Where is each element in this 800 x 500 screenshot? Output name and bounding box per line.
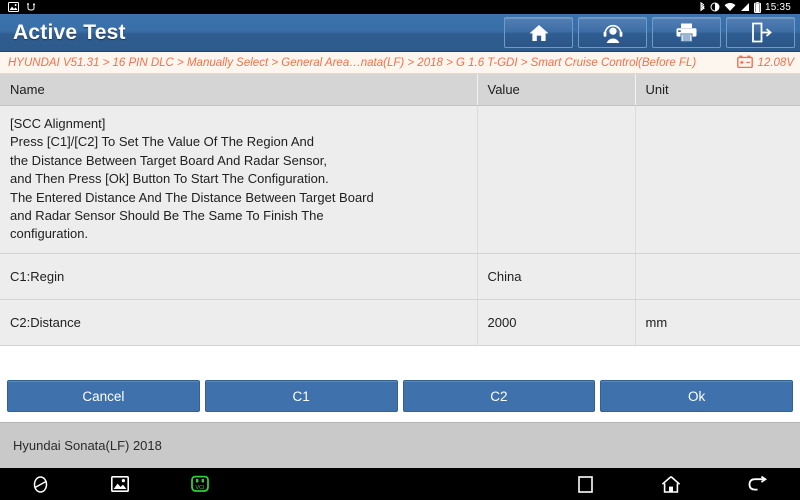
- back-icon[interactable]: [714, 468, 800, 500]
- active-test-table: Name Value Unit [SCC Alignment] Press [C…: [0, 74, 800, 346]
- bluetooth-icon: [699, 1, 706, 13]
- status-bar-clock: 15:35: [764, 1, 791, 13]
- support-button[interactable]: [578, 17, 647, 48]
- printer-icon: [675, 22, 698, 43]
- android-status-bar: 15:35: [0, 0, 800, 14]
- c1-button[interactable]: C1: [204, 380, 398, 412]
- battery-voltage-indicator: 12.08V: [733, 55, 794, 71]
- app-title-bar: Active Test: [0, 14, 800, 52]
- instruction-line: The Entered Distance And The Distance Be…: [10, 189, 374, 205]
- svg-text:VCI: VCI: [196, 485, 205, 491]
- battery-icon: [753, 1, 761, 13]
- status-bar-right-icons: 15:35: [699, 1, 796, 13]
- row-unit: mm: [635, 299, 800, 346]
- row-value: China: [477, 253, 636, 300]
- browser-icon[interactable]: [0, 468, 80, 500]
- wifi-icon: [724, 2, 736, 12]
- voltage-value: 12.08V: [757, 56, 794, 69]
- table-row[interactable]: C2:Distance 2000 mm: [0, 299, 800, 346]
- c2-button[interactable]: C2: [402, 380, 596, 412]
- active-test-table-container: Name Value Unit [SCC Alignment] Press [C…: [0, 74, 800, 370]
- gallery-icon[interactable]: [80, 468, 160, 500]
- row-unit: [635, 253, 800, 300]
- screenshot-icon: [8, 2, 19, 12]
- headset-icon: [601, 22, 625, 44]
- status-bar-left-icons: [4, 2, 36, 12]
- column-header-name: Name: [0, 74, 478, 106]
- table-body: [SCC Alignment] Press [C1]/[C2] To Set T…: [0, 105, 800, 346]
- row-name: C2:Distance: [0, 299, 478, 346]
- row-name: C1:Regin: [0, 253, 478, 300]
- instruction-line: and Radar Sensor Should Be The Same To F…: [10, 208, 324, 224]
- vci-icon[interactable]: VCI: [160, 468, 240, 500]
- home-button[interactable]: [504, 17, 573, 48]
- diagnostic-app-window: 15:35 Active Test HYUNDAI V51.31 > 16 PI…: [0, 0, 800, 500]
- usb-icon: [26, 2, 36, 12]
- nav-left-group: VCI: [0, 468, 240, 500]
- row-value: 2000: [477, 299, 636, 346]
- instruction-unit: [635, 105, 800, 254]
- instruction-text: [SCC Alignment] Press [C1]/[C2] To Set T…: [0, 105, 478, 254]
- toolbar-actions: [504, 17, 795, 48]
- brightness-icon: [710, 2, 720, 12]
- home-icon: [528, 23, 550, 43]
- print-button[interactable]: [652, 17, 721, 48]
- breadcrumb[interactable]: HYUNDAI V51.31 > 16 PIN DLC > Manually S…: [0, 52, 800, 74]
- page-title: Active Test: [13, 20, 126, 44]
- instruction-line: Press [C1]/[C2] To Set The Value Of The …: [10, 134, 314, 150]
- signal-icon: [740, 2, 750, 12]
- home-icon[interactable]: [628, 468, 714, 500]
- nav-right-group: [542, 468, 800, 500]
- table-header-row: Name Value Unit: [0, 74, 800, 106]
- table-row[interactable]: C1:Regin China: [0, 253, 800, 300]
- column-header-unit: Unit: [635, 74, 800, 106]
- ok-button[interactable]: Ok: [600, 380, 793, 412]
- vehicle-label: Hyundai Sonata(LF) 2018: [13, 438, 162, 453]
- column-header-value: Value: [477, 74, 636, 106]
- instruction-line: the Distance Between Target Board And Ra…: [10, 152, 328, 168]
- car-battery-icon: [736, 55, 753, 71]
- android-navigation-bar: VCI: [0, 468, 800, 500]
- exit-button[interactable]: [726, 17, 795, 48]
- instruction-value: [477, 105, 636, 254]
- vehicle-info-footer: Hyundai Sonata(LF) 2018: [0, 422, 800, 468]
- exit-icon: [750, 22, 772, 43]
- recents-icon[interactable]: [542, 468, 628, 500]
- instruction-row: [SCC Alignment] Press [C1]/[C2] To Set T…: [0, 105, 800, 254]
- instruction-line: configuration.: [10, 226, 89, 242]
- action-button-bar: Cancel C1 C2 Ok: [0, 370, 800, 422]
- cancel-button[interactable]: Cancel: [7, 380, 200, 412]
- instruction-line: [SCC Alignment]: [10, 116, 106, 131]
- breadcrumb-path: HYUNDAI V51.31 > 16 PIN DLC > Manually S…: [8, 56, 697, 69]
- instruction-line: and Then Press [Ok] Button To Start The …: [10, 171, 329, 187]
